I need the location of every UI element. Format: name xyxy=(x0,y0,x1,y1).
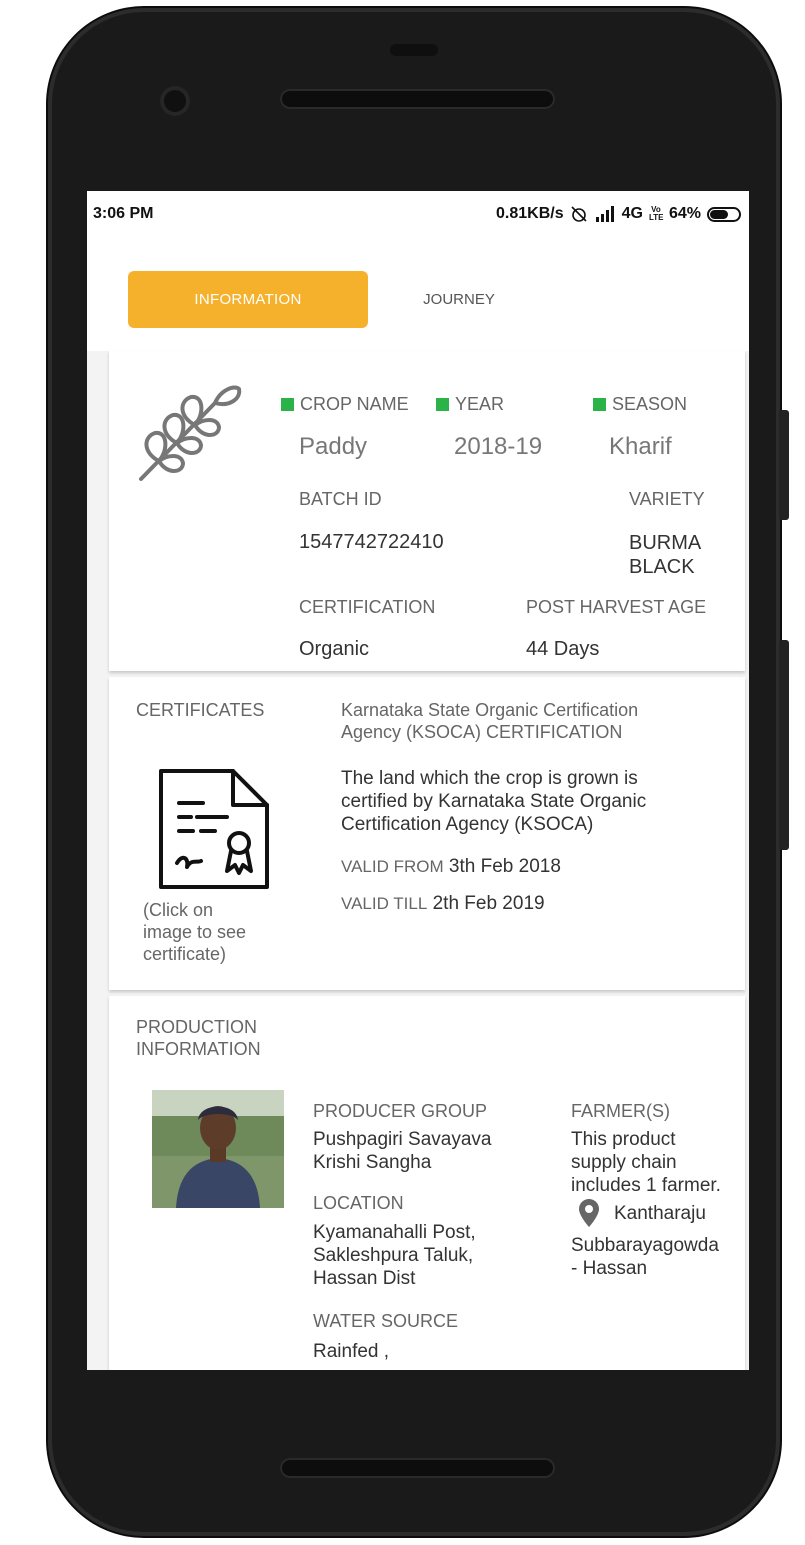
bottom-speaker xyxy=(280,1458,555,1478)
net-speed: 0.81KB/s xyxy=(496,205,564,222)
green-indicator xyxy=(281,398,294,411)
green-indicator xyxy=(436,398,449,411)
wheat-icon xyxy=(139,385,242,481)
network-type: 4G xyxy=(621,205,643,222)
season-label-text: SEASON xyxy=(612,394,688,414)
valid-from-label: VALID FROM xyxy=(341,857,444,876)
farmers-line: This product xyxy=(571,1129,676,1150)
production-label: PRODUCTION INFORMATION xyxy=(136,1016,261,1060)
production-card: PRODUCTION INFORMATION PRODUCER GROUP Pus… xyxy=(109,996,745,1370)
earpiece-speaker xyxy=(280,89,555,109)
certification-label: CERTIFICATION xyxy=(299,597,436,617)
hint-line: (Click on xyxy=(143,900,214,920)
producer-group-value: Pushpagiri Savayava Krishi Sangha xyxy=(313,1128,492,1174)
certificate-description: The land which the crop is grown is certi… xyxy=(341,767,646,836)
farmer-name[interactable]: Kantharaju xyxy=(614,1202,706,1225)
status-icons: 0.81KB/s 4G Vo LTE 64% xyxy=(496,205,741,223)
variety-line: BLACK xyxy=(629,556,695,578)
proximity-sensor xyxy=(390,44,438,56)
battery-fill xyxy=(710,209,728,219)
certificate-hint: (Click on image to see certificate) xyxy=(143,899,246,965)
status-time: 3:06 PM xyxy=(93,205,154,222)
crop-name-value: Paddy xyxy=(299,433,368,460)
farmers-label: FARMER(S) xyxy=(571,1101,670,1121)
certificates-label: CERTIFICATES xyxy=(136,700,265,720)
valid-till-value: 2th Feb 2019 xyxy=(432,893,545,914)
crop-info-card: CROP NAME YEAR SEASON Paddy 2018-19 Khar… xyxy=(109,351,745,671)
year-label-text: YEAR xyxy=(455,394,505,414)
desc-line: Certification Agency (KSOCA) xyxy=(341,814,594,835)
tab-journey[interactable]: JOURNEY xyxy=(399,271,519,328)
signal-icon xyxy=(595,206,614,222)
location-value: Kyamanahalli Post, Sakleshpura Taluk, Hass… xyxy=(313,1221,476,1290)
water-source-value: Rainfed , xyxy=(313,1341,390,1362)
volte-badge: Vo LTE xyxy=(648,205,664,222)
certification-value: Organic xyxy=(299,638,370,660)
season-value: Kharif xyxy=(609,433,672,460)
location-label: LOCATION xyxy=(313,1193,404,1213)
year-value: 2018-19 xyxy=(454,433,543,460)
app-screen: 3:06 PM 0.81KB/s 4G Vo LTE 64% INFORMATI… xyxy=(87,191,749,1370)
water-source-label: WATER SOURCE xyxy=(313,1311,459,1331)
variety-line: BURMA xyxy=(629,532,702,554)
variety-label: VARIETY xyxy=(629,489,705,509)
certificates-card: CERTIFICATES Karnataka State Organic Cer… xyxy=(109,677,745,990)
season-label: SEASON xyxy=(593,394,687,415)
location-line: Hassan Dist xyxy=(313,1268,416,1289)
batch-id-label: BATCH ID xyxy=(299,489,382,509)
variety-value: BURMA BLACK xyxy=(629,531,701,579)
front-camera xyxy=(160,86,190,116)
status-bar: 3:06 PM 0.81KB/s 4G Vo LTE 64% xyxy=(87,191,749,237)
battery-icon xyxy=(707,206,741,222)
tab-information[interactable]: INFORMATION xyxy=(128,271,368,328)
location-pin-icon xyxy=(579,1199,599,1227)
desc-line: certified by Karnataka State Organic xyxy=(341,791,647,812)
batch-id-value: 1547742722410 xyxy=(299,531,444,553)
production-label-line: PRODUCTION xyxy=(136,1017,257,1037)
farmer-photo xyxy=(152,1090,284,1208)
farmers-description: This product supply chain includes 1 farme… xyxy=(571,1128,721,1197)
certificate-title-line: Karnataka State Organic Certification xyxy=(341,700,639,720)
crop-name-label: CROP NAME xyxy=(281,394,409,415)
year-label: YEAR xyxy=(436,394,504,415)
valid-from: VALID FROM 3th Feb 2018 xyxy=(341,855,561,878)
farmer-name-line: - Hassan xyxy=(571,1258,648,1279)
crop-name-label-text: CROP NAME xyxy=(300,394,409,414)
post-harvest-value: 44 Days xyxy=(526,638,600,660)
hint-line: image to see xyxy=(143,922,247,942)
alarm-off-icon xyxy=(571,206,587,222)
producer-line: Krishi Sangha xyxy=(313,1152,432,1173)
tab-bar: INFORMATION JOURNEY xyxy=(87,237,749,351)
certificate-title: Karnataka State Organic Certification Age… xyxy=(341,699,638,743)
valid-till: VALID TILL 2th Feb 2019 xyxy=(341,892,545,915)
battery-percent: 64% xyxy=(668,205,701,222)
hint-line: certificate) xyxy=(143,944,227,964)
valid-till-label: VALID TILL xyxy=(341,894,428,913)
production-label-line: INFORMATION xyxy=(136,1039,261,1059)
farmers-line: includes 1 farmer. xyxy=(571,1175,721,1196)
producer-group-label: PRODUCER GROUP xyxy=(313,1101,488,1121)
farmer-name-rest: Subbarayagowda - Hassan xyxy=(571,1234,719,1280)
farmer-name-line: Subbarayagowda xyxy=(571,1235,719,1256)
certificate-icon[interactable] xyxy=(157,767,271,891)
location-line: Sakleshpura Taluk, xyxy=(313,1245,474,1266)
valid-from-value: 3th Feb 2018 xyxy=(448,856,561,877)
desc-line: The land which the crop is grown is xyxy=(341,768,638,789)
location-line: Kyamanahalli Post, xyxy=(313,1222,476,1243)
green-indicator xyxy=(593,398,606,411)
power-button xyxy=(779,410,789,520)
farmers-line: supply chain xyxy=(571,1152,677,1173)
post-harvest-label: POST HARVEST AGE xyxy=(526,597,707,617)
producer-line: Pushpagiri Savayava xyxy=(313,1129,492,1150)
volume-button xyxy=(779,640,789,850)
certificate-title-line: Agency (KSOCA) CERTIFICATION xyxy=(341,722,623,742)
